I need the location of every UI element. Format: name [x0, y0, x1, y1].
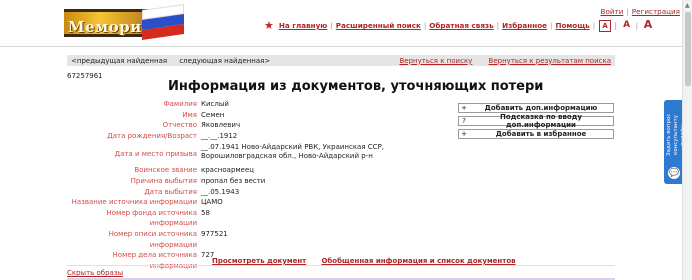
field-value: Семен: [201, 110, 225, 119]
field-value: пропал без вести: [201, 176, 266, 185]
record-id: 67257961: [67, 72, 103, 80]
back-to-search-link[interactable]: Вернуться к поиску: [399, 57, 472, 65]
field-value: Кислый: [201, 100, 229, 108]
record-actions: + Добавить доп.информацию ? Подсказка по…: [458, 103, 614, 142]
chat-bubble-icon: 💬: [668, 167, 680, 179]
field-value: __.__.1912: [201, 131, 238, 140]
field-value: 977521: [201, 229, 228, 238]
add-info-button[interactable]: + Добавить доп.информацию: [458, 103, 614, 113]
main-nav: ★ На главную | Расширенный поиск | Обратна…: [264, 17, 654, 33]
field-value: __.07.1941 Ново-Айдарский РВК, Украинска…: [201, 143, 385, 161]
field-value: __.05.1943: [201, 187, 240, 196]
field-value: красноармеец: [201, 166, 255, 175]
field-label: Отчество: [162, 121, 197, 130]
field-label: Название источника информации: [71, 198, 197, 207]
page-title: Информация из документов, уточняющих пот…: [168, 79, 544, 94]
field-row: Номер фонда источника информации 58: [67, 208, 457, 229]
register-link[interactable]: Регистрация: [632, 7, 680, 16]
field-row: Отчество Яковлевич: [67, 120, 457, 131]
font-size-small[interactable]: A: [599, 19, 612, 32]
record-fields: Фамилия Кислый Имя Семен Отчество Яковлевич…: [67, 99, 457, 271]
plus-icon: +: [461, 104, 467, 112]
field-label: Номер описи источника информации: [108, 229, 197, 249]
header-divider: [0, 46, 682, 47]
field-label: Причина выбытия: [130, 176, 197, 185]
russian-flag-icon: [142, 4, 184, 40]
scroll-thumb[interactable]: [685, 12, 691, 86]
field-row: Дата рождения/Возраст __.__.1912: [67, 131, 457, 142]
results-navigation-bar: <предыдущая найденная следующая найденна…: [67, 55, 615, 66]
field-row: Воинское звание красноармеец: [67, 165, 457, 176]
field-row: Дата выбытия __.05.1943: [67, 187, 457, 198]
font-size-medium[interactable]: A: [621, 20, 633, 32]
field-label: Дата рождения/Возраст: [107, 131, 197, 140]
auth-links: Войти | Регистрация: [600, 7, 680, 16]
add-favorite-button[interactable]: + Добавить в избранное: [458, 129, 614, 139]
scroll-up-icon[interactable]: ▲: [685, 2, 690, 9]
field-row: Фамилия Кислый: [67, 99, 457, 110]
summary-link[interactable]: Обобщенная информация и список документо…: [321, 257, 515, 265]
field-row: Номер описи источника информации 977521: [67, 229, 457, 250]
view-document-link[interactable]: Просмотреть документ: [212, 257, 306, 265]
question-icon: ?: [462, 117, 466, 125]
consultant-label: Задать вопрос консультанту онлайн: [666, 113, 686, 157]
nav-home[interactable]: На главную: [279, 21, 327, 30]
document-links: Просмотреть документ Обобщенная информац…: [212, 257, 529, 265]
nav-help[interactable]: Помощь: [555, 21, 589, 30]
page-scrollbar[interactable]: ▲: [682, 0, 692, 280]
info-hint-button[interactable]: ? Подсказка по вводу доп.информации: [458, 113, 614, 129]
logo-stripe-top: [64, 9, 154, 12]
nav-feedback[interactable]: Обратная связь: [429, 21, 493, 30]
field-label: Воинское звание: [134, 166, 197, 175]
field-value: 58: [201, 208, 210, 217]
field-label: Дата и место призыва: [114, 150, 197, 159]
site-logo[interactable]: Мемориал: [64, 4, 194, 41]
next-found-link[interactable]: следующая найденная>: [179, 57, 270, 65]
login-link[interactable]: Войти: [601, 7, 624, 16]
font-size-large[interactable]: A: [642, 19, 654, 32]
field-value: Яковлевич: [201, 121, 241, 130]
star-icon: ★: [264, 19, 274, 32]
field-label: Фамилия: [163, 100, 197, 108]
field-label: Имя: [182, 110, 197, 119]
field-label: Номер фонда источника информации: [106, 208, 197, 228]
field-row: Имя Семен: [67, 110, 457, 121]
hide-images-link[interactable]: Скрыть образы: [67, 269, 123, 277]
back-to-results-link[interactable]: Вернуться к результатам поиска: [489, 57, 611, 65]
online-consultant-tab[interactable]: Задать вопрос консультанту онлайн 💬: [664, 100, 686, 184]
field-row: Название источника информации ЦАМО: [67, 197, 457, 208]
plus-icon: +: [461, 130, 467, 138]
bottom-divider: [67, 265, 615, 266]
field-row: Дата и место призыва __.07.1941 Ново-Айда…: [67, 141, 457, 165]
prev-found-link[interactable]: <предыдущая найденная: [71, 57, 167, 65]
field-label: Дата выбытия: [144, 187, 197, 196]
logo-ribbon: Мемориал: [64, 9, 163, 37]
field-value: ЦАМО: [201, 198, 223, 207]
field-row: Причина выбытия пропал без вести: [67, 176, 457, 187]
nav-favorites[interactable]: Избранное: [502, 21, 547, 30]
nav-advanced-search[interactable]: Расширенный поиск: [336, 21, 421, 30]
